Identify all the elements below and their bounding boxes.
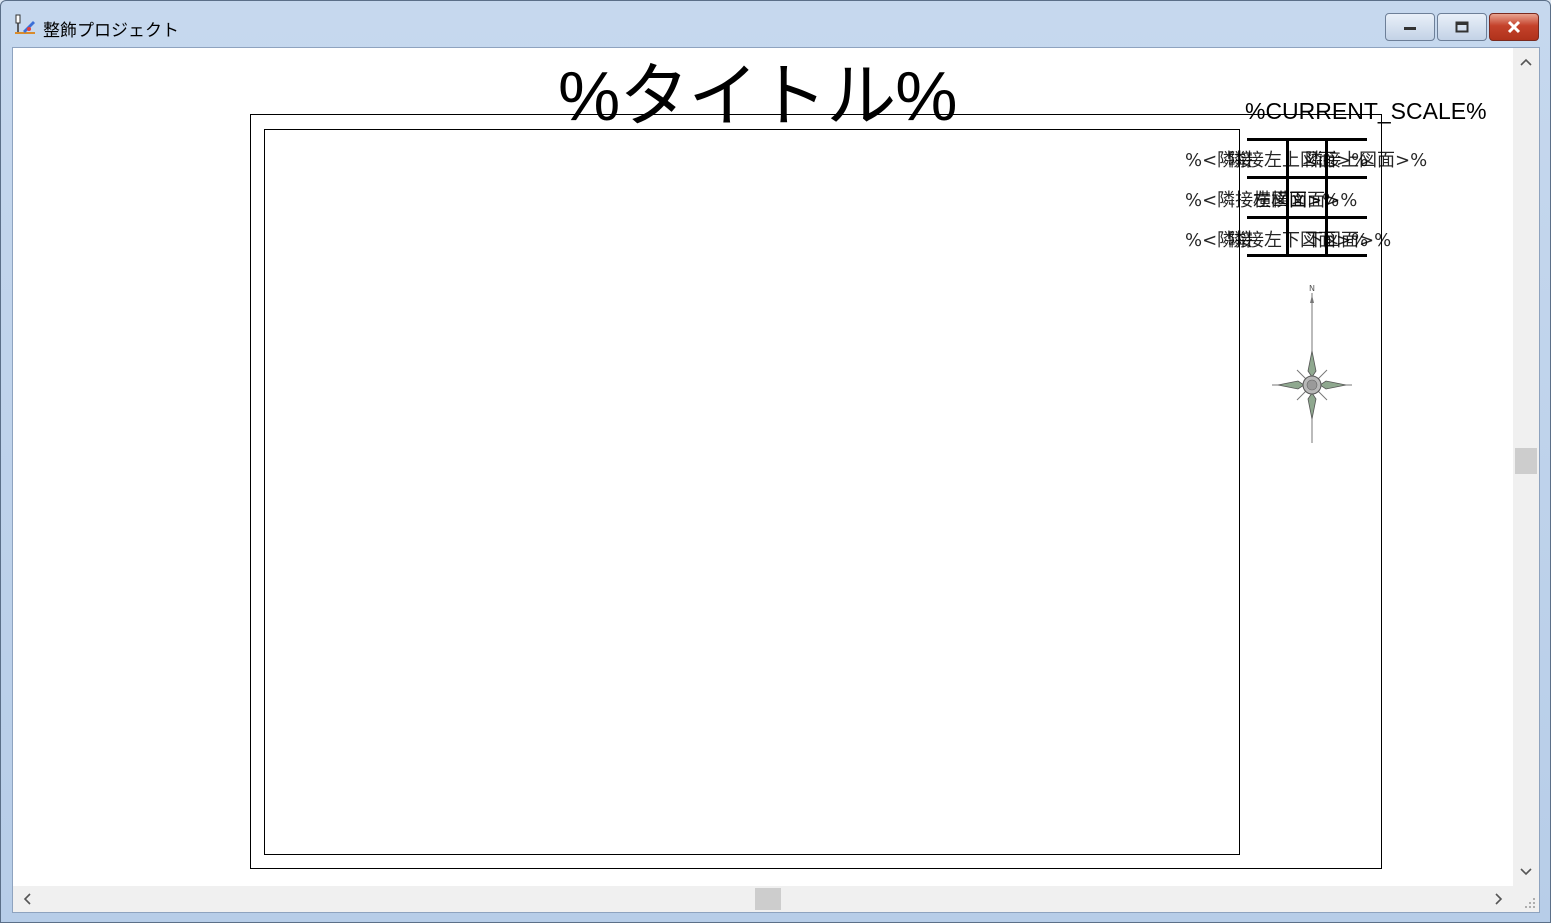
- size-grip-icon: [1525, 898, 1535, 908]
- compass-north-letter: N: [1309, 284, 1315, 293]
- minimize-icon: [1404, 27, 1416, 30]
- grid-line: [1247, 216, 1367, 219]
- scroll-down-icon: [1520, 868, 1532, 876]
- vertical-scrollbar[interactable]: [1513, 48, 1539, 886]
- size-grip[interactable]: [1513, 886, 1539, 912]
- drawing-canvas[interactable]: %タイトル% %CURRENT_SCALE% %<隣接 隣接左上図面>% 隣接上…: [13, 48, 1513, 886]
- maximize-button[interactable]: [1437, 13, 1487, 41]
- scroll-up-icon: [1520, 58, 1532, 66]
- grid-line: [1247, 176, 1367, 179]
- adjacent-label: 下図面>%: [1305, 230, 1392, 251]
- close-button[interactable]: [1489, 13, 1539, 41]
- grid-line: [1247, 254, 1367, 257]
- window-title: 整飾プロジェクト: [43, 21, 179, 41]
- adjacent-label: 横図面>%: [1253, 190, 1340, 211]
- scroll-down-button[interactable]: [1516, 862, 1536, 882]
- scroll-right-button[interactable]: [1489, 889, 1509, 909]
- maximize-icon: [1455, 21, 1469, 33]
- app-window: 整飾プロジェクト %タイトル% %CURRENT_SCALE% %<隣接 隣接左…: [0, 0, 1551, 923]
- horizontal-scrollbar[interactable]: [13, 886, 1513, 912]
- close-icon: [1507, 20, 1521, 34]
- scroll-up-button[interactable]: [1516, 52, 1536, 72]
- grid-line: [1247, 138, 1367, 141]
- scroll-left-button[interactable]: [17, 889, 37, 909]
- app-icon: [15, 14, 35, 34]
- scroll-right-icon: [1495, 893, 1503, 905]
- compass-rose-icon: N: [1272, 284, 1352, 443]
- scroll-left-icon: [23, 893, 31, 905]
- title-bar[interactable]: 整飾プロジェクト: [1, 1, 1550, 47]
- inner-frame: [264, 129, 1240, 855]
- adjacent-label: 隣接上図面>%: [1305, 150, 1428, 171]
- scale-label: %CURRENT_SCALE%: [1245, 98, 1487, 124]
- horizontal-scroll-thumb[interactable]: [755, 888, 781, 910]
- minimize-button[interactable]: [1385, 13, 1435, 41]
- vertical-scroll-thumb[interactable]: [1515, 448, 1537, 474]
- document-view: %タイトル% %CURRENT_SCALE% %<隣接 隣接左上図面>% 隣接上…: [12, 47, 1540, 913]
